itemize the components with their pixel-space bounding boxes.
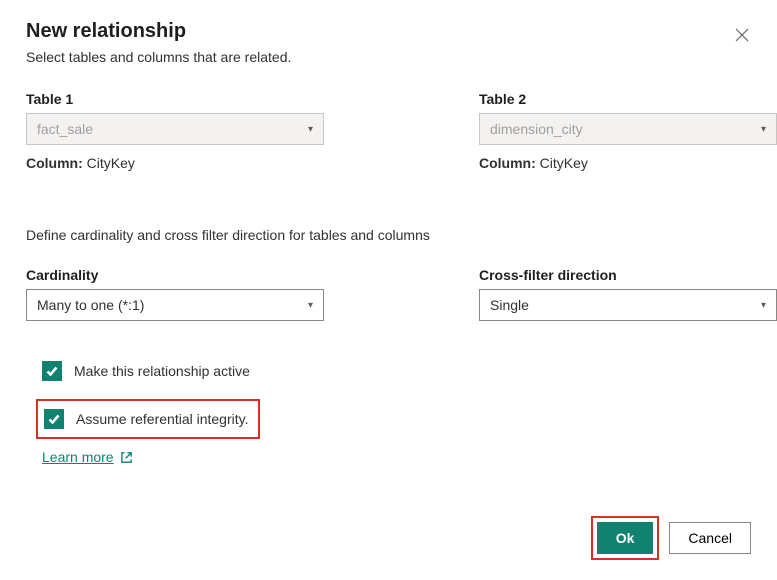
learn-more-text: Learn more — [42, 449, 114, 465]
cardinality-label: Cardinality — [26, 267, 324, 283]
cross-filter-label: Cross-filter direction — [479, 267, 777, 283]
chevron-down-icon: ▾ — [308, 124, 313, 135]
chevron-down-icon: ▾ — [761, 300, 766, 311]
cross-filter-select[interactable]: Single ▾ — [479, 289, 777, 321]
active-checkbox-label: Make this relationship active — [74, 363, 250, 379]
define-text: Define cardinality and cross filter dire… — [26, 227, 751, 243]
cardinality-select[interactable]: Many to one (*:1) ▾ — [26, 289, 324, 321]
dialog-footer: Ok Cancel — [591, 516, 751, 560]
active-checkbox-row: Make this relationship active — [42, 359, 751, 383]
integrity-checkbox[interactable] — [44, 409, 64, 429]
cardinality-value: Many to one (*:1) — [37, 297, 308, 313]
table2-column: Column: CityKey — [479, 155, 777, 171]
check-icon — [47, 412, 61, 426]
active-checkbox[interactable] — [42, 361, 62, 381]
table2-label: Table 2 — [479, 91, 777, 107]
ok-button[interactable]: Ok — [597, 522, 654, 554]
integrity-checkbox-label: Assume referential integrity. — [76, 411, 248, 427]
table2-select[interactable]: dimension_city ▾ — [479, 113, 777, 145]
table1-label: Table 1 — [26, 91, 324, 107]
dialog-title: New relationship — [26, 20, 186, 43]
table2-value: dimension_city — [490, 121, 761, 137]
cross-filter-value: Single — [490, 297, 761, 313]
integrity-checkbox-row: Assume referential integrity. — [44, 407, 248, 431]
external-link-icon — [120, 451, 133, 464]
cancel-button[interactable]: Cancel — [669, 522, 751, 554]
close-icon — [735, 28, 749, 42]
ok-highlight: Ok — [591, 516, 660, 560]
check-icon — [45, 364, 59, 378]
table1-value: fact_sale — [37, 121, 308, 137]
table1-select[interactable]: fact_sale ▾ — [26, 113, 324, 145]
close-button[interactable] — [733, 26, 751, 44]
chevron-down-icon: ▾ — [761, 124, 766, 135]
chevron-down-icon: ▾ — [308, 300, 313, 311]
dialog-subtitle: Select tables and columns that are relat… — [26, 49, 751, 65]
learn-more-link[interactable]: Learn more — [42, 449, 133, 465]
table1-column: Column: CityKey — [26, 155, 324, 171]
integrity-highlight: Assume referential integrity. — [36, 399, 260, 439]
